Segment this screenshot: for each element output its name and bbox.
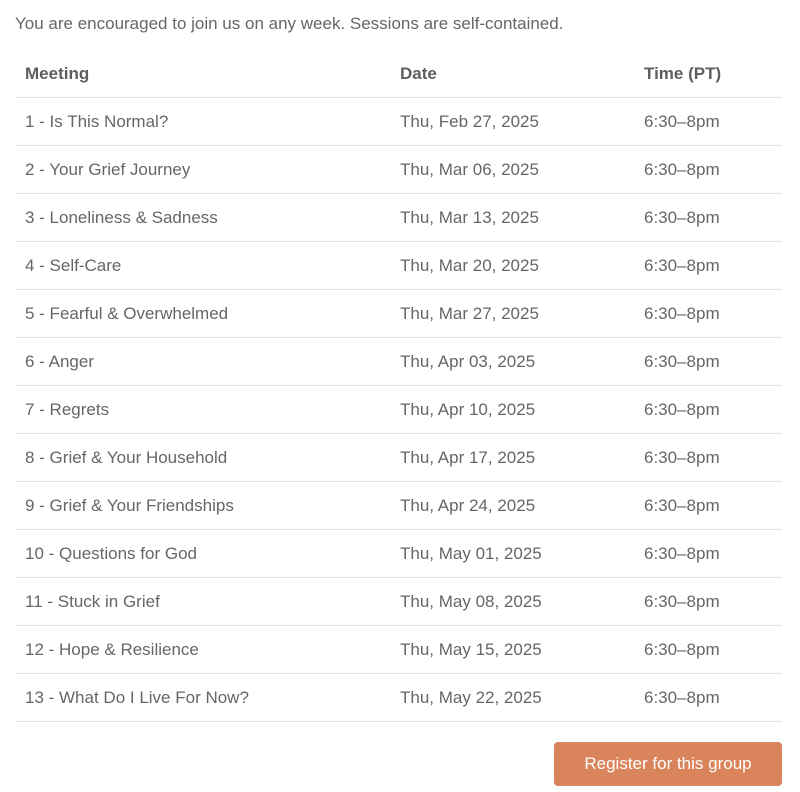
meeting-cell: 2 - Your Grief Journey	[15, 145, 390, 194]
table-row: 2 - Your Grief Journey Thu, Mar 06, 2025 6…	[15, 145, 782, 194]
table-row: 4 - Self-Care Thu, Mar 20, 2025 6:30–8pm	[15, 241, 782, 290]
time-cell: 6:30–8pm	[634, 289, 782, 338]
meeting-cell: 3 - Loneliness & Sadness	[15, 193, 390, 242]
table-header-row: Meeting Date Time (PT)	[15, 50, 782, 98]
time-cell: 6:30–8pm	[634, 577, 782, 626]
date-cell: Thu, Mar 27, 2025	[390, 289, 634, 338]
date-cell: Thu, Mar 06, 2025	[390, 145, 634, 194]
meeting-cell: 9 - Grief & Your Friendships	[15, 481, 390, 530]
header-date: Date	[390, 50, 634, 98]
date-cell: Thu, Mar 13, 2025	[390, 193, 634, 242]
date-cell: Thu, Apr 24, 2025	[390, 481, 634, 530]
date-cell: Thu, May 15, 2025	[390, 625, 634, 674]
table-row: 13 - What Do I Live For Now? Thu, May 22,…	[15, 673, 782, 722]
meeting-cell: 11 - Stuck in Grief	[15, 577, 390, 626]
date-cell: Thu, May 22, 2025	[390, 673, 634, 722]
time-cell: 6:30–8pm	[634, 145, 782, 194]
table-row: 12 - Hope & Resilience Thu, May 15, 2025 6…	[15, 625, 782, 674]
meeting-cell: 1 - Is This Normal?	[15, 97, 390, 146]
meeting-cell: 7 - Regrets	[15, 385, 390, 434]
date-cell: Thu, Apr 17, 2025	[390, 433, 634, 482]
meeting-cell: 10 - Questions for God	[15, 529, 390, 578]
date-cell: Thu, Apr 10, 2025	[390, 385, 634, 434]
table-row: 11 - Stuck in Grief Thu, May 08, 2025 6:30…	[15, 577, 782, 626]
table-row: 1 - Is This Normal? Thu, Feb 27, 2025 6:30…	[15, 97, 782, 146]
meeting-cell: 6 - Anger	[15, 337, 390, 386]
register-button[interactable]: Register for this group	[554, 742, 782, 786]
time-cell: 6:30–8pm	[634, 241, 782, 290]
table-row: 9 - Grief & Your Friendships Thu, Apr 24,…	[15, 481, 782, 530]
meeting-schedule-table: Meeting Date Time (PT) 1 - Is This Norma…	[15, 50, 782, 722]
table-row: 7 - Regrets Thu, Apr 10, 2025 6:30–8pm	[15, 385, 782, 434]
meeting-cell: 8 - Grief & Your Household	[15, 433, 390, 482]
table-row: 6 - Anger Thu, Apr 03, 2025 6:30–8pm	[15, 337, 782, 386]
time-cell: 6:30–8pm	[634, 433, 782, 482]
date-cell: Thu, Apr 03, 2025	[390, 337, 634, 386]
time-cell: 6:30–8pm	[634, 337, 782, 386]
date-cell: Thu, Mar 20, 2025	[390, 241, 634, 290]
table-row: 3 - Loneliness & Sadness Thu, Mar 13, 202…	[15, 193, 782, 242]
header-time: Time (PT)	[634, 50, 782, 98]
date-cell: Thu, May 08, 2025	[390, 577, 634, 626]
time-cell: 6:30–8pm	[634, 193, 782, 242]
date-cell: Thu, May 01, 2025	[390, 529, 634, 578]
time-cell: 6:30–8pm	[634, 673, 782, 722]
table-row: 5 - Fearful & Overwhelmed Thu, Mar 27, 20…	[15, 289, 782, 338]
time-cell: 6:30–8pm	[634, 625, 782, 674]
table-row: 8 - Grief & Your Household Thu, Apr 17, 2…	[15, 433, 782, 482]
table-row: 10 - Questions for God Thu, May 01, 2025 6…	[15, 529, 782, 578]
meeting-cell: 13 - What Do I Live For Now?	[15, 673, 390, 722]
header-meeting: Meeting	[15, 50, 390, 98]
meeting-cell: 5 - Fearful & Overwhelmed	[15, 289, 390, 338]
meeting-cell: 12 - Hope & Resilience	[15, 625, 390, 674]
time-cell: 6:30–8pm	[634, 481, 782, 530]
time-cell: 6:30–8pm	[634, 529, 782, 578]
time-cell: 6:30–8pm	[634, 385, 782, 434]
time-cell: 6:30–8pm	[634, 97, 782, 146]
intro-text: You are encouraged to join us on any wee…	[15, 14, 564, 33]
date-cell: Thu, Feb 27, 2025	[390, 97, 634, 146]
meeting-cell: 4 - Self-Care	[15, 241, 390, 290]
